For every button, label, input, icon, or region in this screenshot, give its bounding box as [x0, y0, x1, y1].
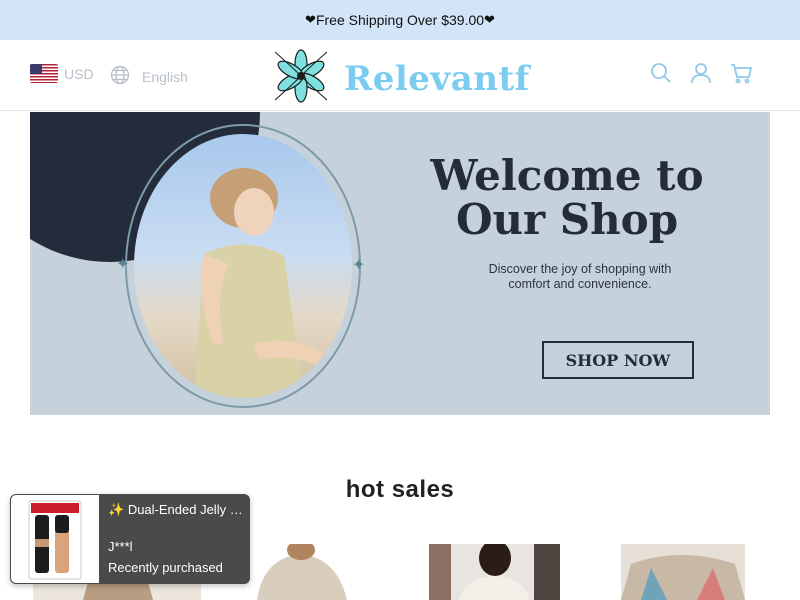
banner-subtitle-line1: Discover the joy of shopping with — [488, 262, 672, 276]
toast-product-name: ✨ Dual-Ended Jelly … — [108, 502, 244, 518]
product-card[interactable] — [237, 544, 367, 600]
recent-purchase-popup[interactable]: ✨ Dual-Ended Jelly … J***l Recently purc… — [10, 494, 250, 584]
product-card[interactable] — [621, 544, 745, 600]
site-logo[interactable]: Relevantf — [272, 48, 530, 109]
logo-text: Relevantf — [344, 58, 530, 99]
hero-banner[interactable]: ✦ ✦ Welcome to Our Shop Discover the joy… — [30, 112, 770, 415]
currency-selector[interactable]: USD — [30, 64, 94, 83]
site-header: USD English Relevantf — [0, 40, 800, 111]
banner-title: Welcome to Our Shop — [422, 154, 712, 242]
product-card[interactable] — [429, 544, 560, 600]
sparkle-icon: ✦ — [352, 257, 366, 274]
banner-subtitle-line2: comfort and convenience. — [508, 277, 652, 291]
banner-title-line2: Our Shop — [455, 195, 679, 244]
flower-logo-icon — [272, 48, 330, 109]
heart-icon: ❤ — [305, 12, 316, 27]
header-actions — [650, 62, 753, 84]
us-flag-icon — [30, 64, 58, 83]
sparkle-icon: ✨ — [108, 502, 125, 517]
toast-status: Recently purchased — [108, 560, 223, 575]
globe-icon — [110, 65, 130, 88]
toast-product-title: Dual-Ended Jelly … — [127, 502, 243, 517]
announcement-text: Free Shipping Over $39.00 — [315, 12, 485, 28]
banner-title-line1: Welcome to — [430, 151, 704, 200]
cart-icon[interactable] — [730, 62, 753, 84]
toast-product-image — [11, 495, 99, 583]
hero-model-image — [134, 134, 352, 398]
currency-label: USD — [64, 65, 94, 82]
language-label: English — [142, 68, 188, 85]
account-icon[interactable] — [690, 62, 712, 84]
shop-now-button[interactable]: SHOP NOW — [542, 341, 694, 379]
heart-icon: ❤ — [484, 12, 495, 27]
language-selector[interactable]: English — [110, 65, 188, 88]
banner-subtitle: Discover the joy of shopping with comfor… — [460, 262, 700, 292]
search-icon[interactable] — [650, 62, 672, 84]
toast-buyer: J***l — [108, 539, 133, 554]
sparkle-icon: ✦ — [116, 256, 130, 273]
announcement-bar: ❤ Free Shipping Over $39.00 ❤ — [0, 0, 800, 40]
